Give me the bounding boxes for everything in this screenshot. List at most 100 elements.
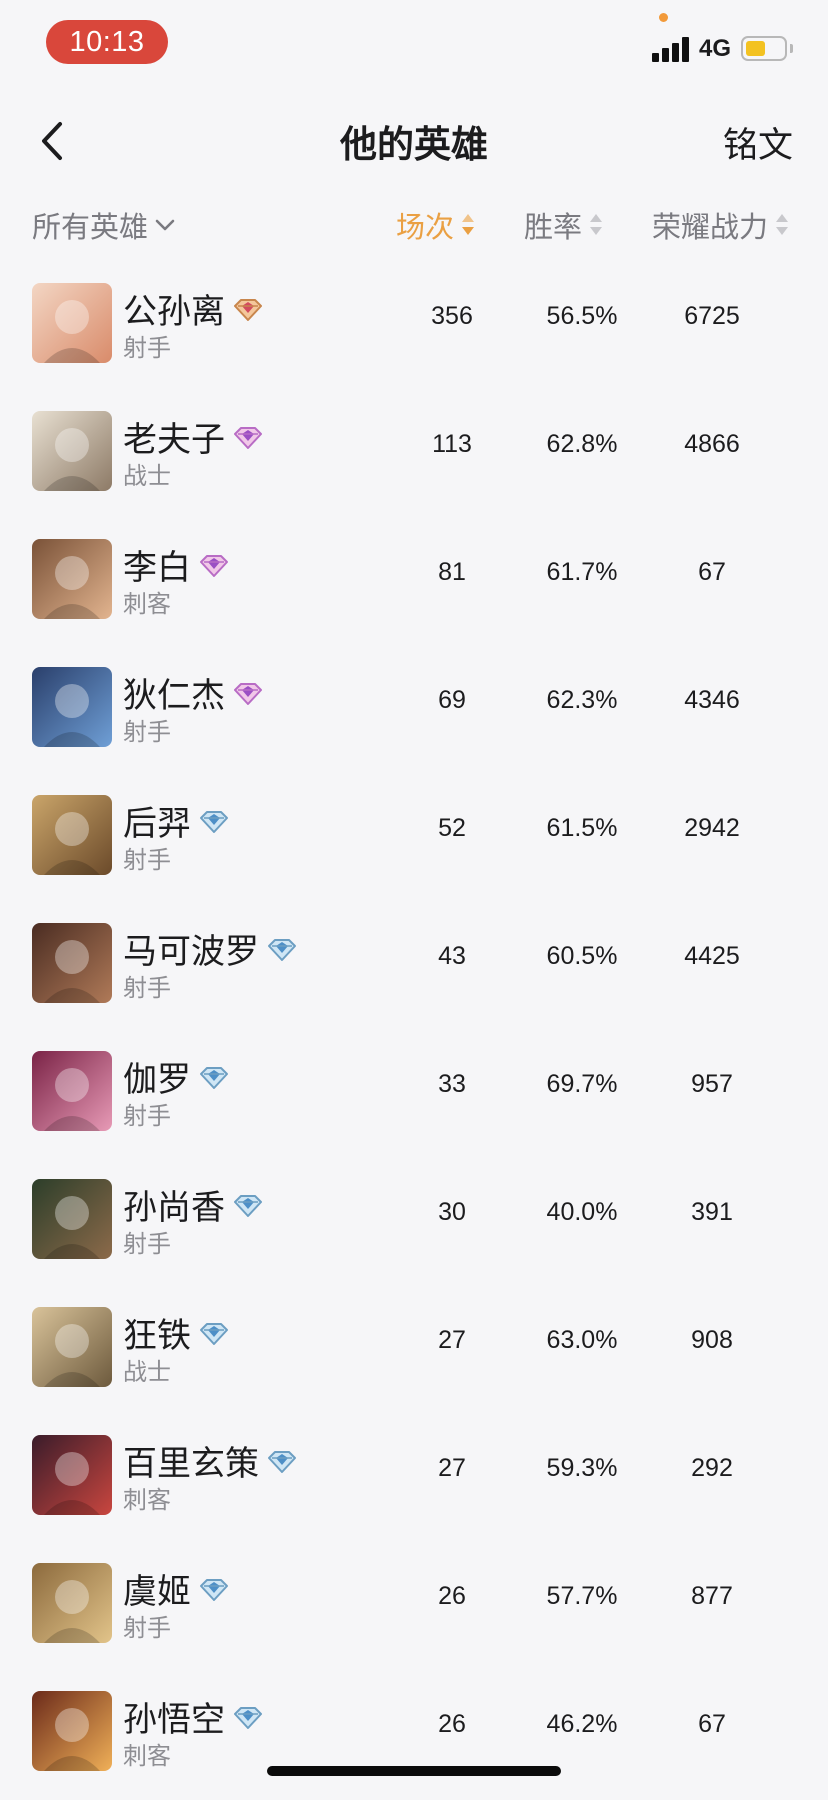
proficiency-badge-icon bbox=[234, 682, 262, 705]
glory-power: 292 bbox=[691, 1454, 733, 1482]
privacy-indicator-dot bbox=[659, 13, 668, 22]
hero-filter-dropdown[interactable]: 所有英雄 bbox=[32, 204, 176, 246]
sort-by-glory-power[interactable]: 荣耀战力 bbox=[652, 204, 789, 246]
hero-name: 伽罗 bbox=[123, 1060, 191, 1100]
hero-name-wrap: 李白 bbox=[123, 540, 229, 589]
hero-name: 百里玄策 bbox=[123, 1444, 259, 1484]
hero-name-wrap: 百里玄策 bbox=[123, 1436, 297, 1485]
hero-avatar bbox=[32, 1563, 112, 1643]
battery-tip bbox=[790, 44, 793, 53]
hero-name: 马可波罗 bbox=[123, 932, 259, 972]
home-indicator[interactable] bbox=[267, 1766, 561, 1776]
hero-filter-label: 所有英雄 bbox=[32, 210, 149, 244]
games-played: 52 bbox=[438, 814, 466, 842]
proficiency-badge-icon bbox=[234, 1194, 262, 1217]
games-played: 43 bbox=[438, 942, 466, 970]
glory-power: 67 bbox=[698, 558, 726, 586]
hero-row[interactable]: 狄仁杰 射手 69 62.3% 4346 bbox=[0, 648, 828, 776]
hero-avatar bbox=[32, 411, 112, 491]
proficiency-badge-icon bbox=[200, 810, 228, 833]
hero-name: 后羿 bbox=[123, 804, 191, 844]
inscription-button[interactable]: 铭文 bbox=[723, 117, 793, 168]
proficiency-badge-icon bbox=[200, 1578, 228, 1601]
hero-name: 公孙离 bbox=[123, 292, 225, 332]
battery-icon bbox=[741, 36, 787, 61]
hero-row[interactable]: 老夫子 战士 113 62.8% 4866 bbox=[0, 392, 828, 520]
hero-avatar bbox=[32, 795, 112, 875]
win-rate: 57.7% bbox=[546, 1582, 618, 1610]
hero-name-wrap: 伽罗 bbox=[123, 1052, 229, 1101]
hero-role: 刺客 bbox=[123, 1486, 171, 1514]
hero-avatar bbox=[32, 1051, 112, 1131]
hero-row[interactable]: 虞姬 射手 26 57.7% 877 bbox=[0, 1544, 828, 1672]
proficiency-badge-icon bbox=[234, 426, 262, 449]
hero-name: 狂铁 bbox=[123, 1316, 191, 1356]
hero-row[interactable]: 孙尚香 射手 30 40.0% 391 bbox=[0, 1160, 828, 1288]
hero-name: 狄仁杰 bbox=[123, 676, 225, 716]
glory-power: 4425 bbox=[684, 942, 740, 970]
hero-row[interactable]: 狂铁 战士 27 63.0% 908 bbox=[0, 1288, 828, 1416]
status-time[interactable]: 10:13 bbox=[46, 20, 168, 64]
hero-list: 公孙离 射手 356 56.5% 6725 老夫子 战士 113 62.8% 4… bbox=[0, 264, 828, 1800]
win-rate: 46.2% bbox=[546, 1710, 618, 1738]
hero-avatar bbox=[32, 923, 112, 1003]
hero-role: 射手 bbox=[123, 334, 171, 362]
sort-games-label: 场次 bbox=[396, 210, 455, 244]
hero-row[interactable]: 伽罗 射手 33 69.7% 957 bbox=[0, 1032, 828, 1160]
hero-avatar bbox=[32, 1691, 112, 1771]
win-rate: 69.7% bbox=[546, 1070, 618, 1098]
games-played: 26 bbox=[438, 1710, 466, 1738]
hero-role: 射手 bbox=[123, 1102, 171, 1130]
hero-role: 刺客 bbox=[123, 1742, 171, 1770]
glory-power: 908 bbox=[691, 1326, 733, 1354]
hero-row[interactable]: 李白 刺客 81 61.7% 67 bbox=[0, 520, 828, 648]
games-played: 33 bbox=[438, 1070, 466, 1098]
win-rate: 62.8% bbox=[546, 430, 618, 458]
chevron-down-icon bbox=[155, 219, 175, 231]
hero-role: 射手 bbox=[123, 1614, 171, 1642]
glory-power: 4346 bbox=[684, 686, 740, 714]
games-played: 81 bbox=[438, 558, 466, 586]
hero-name: 李白 bbox=[123, 548, 191, 588]
hero-role: 射手 bbox=[123, 846, 171, 874]
hero-role: 战士 bbox=[123, 1358, 171, 1386]
hero-name: 孙尚香 bbox=[123, 1188, 225, 1228]
win-rate: 60.5% bbox=[546, 942, 618, 970]
win-rate: 61.5% bbox=[546, 814, 618, 842]
cellular-signal-icon bbox=[652, 36, 692, 62]
win-rate: 63.0% bbox=[546, 1326, 618, 1354]
win-rate: 59.3% bbox=[546, 1454, 618, 1482]
glory-power: 877 bbox=[691, 1582, 733, 1610]
proficiency-badge-icon bbox=[200, 554, 228, 577]
hero-row[interactable]: 马可波罗 射手 43 60.5% 4425 bbox=[0, 904, 828, 1032]
sort-by-games[interactable]: 场次 bbox=[396, 204, 475, 246]
glory-power: 6725 bbox=[684, 302, 740, 330]
hero-name: 老夫子 bbox=[123, 420, 225, 460]
sort-winrate-label: 胜率 bbox=[524, 210, 583, 244]
games-played: 113 bbox=[432, 430, 472, 458]
games-played: 27 bbox=[438, 1454, 466, 1482]
sort-by-winrate[interactable]: 胜率 bbox=[524, 204, 603, 246]
hero-row[interactable]: 孙悟空 刺客 26 46.2% 67 bbox=[0, 1672, 828, 1800]
hero-avatar bbox=[32, 667, 112, 747]
hero-name-wrap: 虞姬 bbox=[123, 1564, 229, 1613]
hero-row[interactable]: 公孙离 射手 356 56.5% 6725 bbox=[0, 264, 828, 392]
sort-arrows-icon bbox=[462, 212, 475, 238]
hero-row[interactable]: 百里玄策 刺客 27 59.3% 292 bbox=[0, 1416, 828, 1544]
hero-name: 虞姬 bbox=[123, 1572, 191, 1612]
hero-name-wrap: 后羿 bbox=[123, 796, 229, 845]
hero-avatar bbox=[32, 1179, 112, 1259]
win-rate: 56.5% bbox=[546, 302, 618, 330]
hero-name-wrap: 老夫子 bbox=[123, 412, 263, 461]
win-rate: 62.3% bbox=[546, 686, 618, 714]
proficiency-badge-icon bbox=[234, 1706, 262, 1729]
games-played: 26 bbox=[438, 1582, 466, 1610]
sort-arrows-icon bbox=[590, 212, 603, 238]
hero-name-wrap: 公孙离 bbox=[123, 284, 263, 333]
glory-power: 4866 bbox=[684, 430, 740, 458]
hero-row[interactable]: 后羿 射手 52 61.5% 2942 bbox=[0, 776, 828, 904]
hero-role: 射手 bbox=[123, 974, 171, 1002]
hero-name-wrap: 马可波罗 bbox=[123, 924, 297, 973]
win-rate: 40.0% bbox=[546, 1198, 618, 1226]
hero-role: 刺客 bbox=[123, 590, 171, 618]
